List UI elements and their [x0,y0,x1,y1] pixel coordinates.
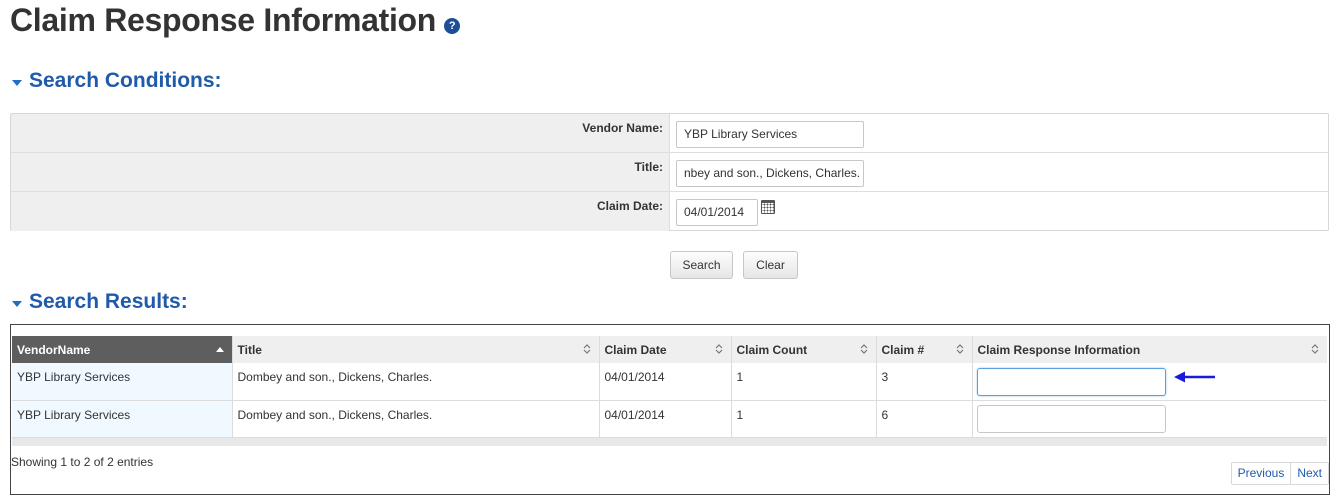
cell-vendor: YBP Library Services [12,400,232,438]
sort-both-icon [956,344,963,354]
column-header-claim-count[interactable]: Claim Count [730,336,876,363]
vendor-name-label: Vendor Name: [582,121,663,135]
claim-response-input[interactable] [977,368,1166,396]
cell-vendor: YBP Library Services [12,363,232,401]
page-title-text: Claim Response Information [10,2,437,38]
search-button[interactable]: Search [670,251,733,279]
pagination: Previous Next [1230,462,1329,485]
column-header-label: Claim Date [604,342,667,357]
caret-down-icon [12,79,22,86]
caret-down-icon [12,300,22,307]
previous-page-button[interactable]: Previous [1232,463,1291,484]
clear-button[interactable]: Clear [743,251,798,279]
search-conditions-form: Vendor Name: YBP Library Services Title:… [10,113,1329,231]
claim-date-row: Claim Date: 04/01/2014 [11,192,1328,231]
title-label-cell: Title: [11,153,670,191]
next-page-button[interactable]: Next [1290,463,1328,484]
claim-date-input[interactable]: 04/01/2014 [676,199,758,226]
table-header-row: VendorName Title Claim Date Claim Count … [12,336,1327,363]
column-header-claim-number[interactable]: Claim # [875,336,972,363]
cell-claim-count: 1 [730,363,876,401]
annotation-arrow-icon [1174,371,1215,383]
cell-title: Dombey and son., Dickens, Charles. [231,400,599,438]
vendor-name-label-cell: Vendor Name: [11,114,670,152]
cell-claim-date: 04/01/2014 [598,363,731,401]
claim-date-label-cell: Claim Date: [11,192,670,231]
sort-ascending-icon [215,347,224,352]
claim-response-input[interactable] [977,405,1166,433]
calendar-icon[interactable] [761,200,775,214]
question-icon[interactable]: ? [444,17,461,34]
search-results-panel: VendorName Title Claim Date Claim Count … [10,324,1330,495]
sort-both-icon [715,344,722,354]
sort-both-icon [860,344,867,354]
cell-title: Dombey and son., Dickens, Charles. [231,363,599,401]
sort-both-icon [1311,344,1319,354]
claim-date-label: Claim Date: [596,199,663,213]
cell-claim-number: 3 [875,363,972,401]
column-header-label: Claim Count [736,342,808,357]
title-input[interactable]: nbey and son., Dickens, Charles. [676,160,864,187]
cell-claim-count: 1 [730,400,876,438]
column-header-vendorname[interactable]: VendorName [12,336,232,363]
table-info: Showing 1 to 2 of 2 entries [11,455,154,469]
horizontal-scrollbar[interactable] [12,438,1327,446]
column-header-title[interactable]: Title [231,336,599,363]
sort-both-icon [583,344,590,354]
column-header-claim-date[interactable]: Claim Date [598,336,731,363]
vendor-name-input[interactable]: YBP Library Services [676,121,864,148]
column-header-claim-response[interactable]: Claim Response Information [971,336,1327,363]
search-conditions-heading-text: Search Conditions: [29,69,222,92]
cell-claim-date: 04/01/2014 [598,400,731,438]
search-conditions-heading[interactable]: Search Conditions: [12,69,222,93]
column-header-label: Claim Response Information [977,342,1141,357]
title-row: Title: nbey and son., Dickens, Charles. [11,153,1328,192]
search-results-heading[interactable]: Search Results: [12,290,188,314]
title-label: Title: [634,160,663,174]
search-results-heading-text: Search Results: [29,290,188,313]
vendor-name-row: Vendor Name: YBP Library Services [11,114,1328,153]
column-header-label: Title [237,342,262,357]
column-header-label: VendorName [17,342,91,357]
cell-claim-number: 6 [875,400,972,438]
column-header-label: Claim # [881,342,925,357]
page-title: Claim Response Information ? [10,2,461,39]
